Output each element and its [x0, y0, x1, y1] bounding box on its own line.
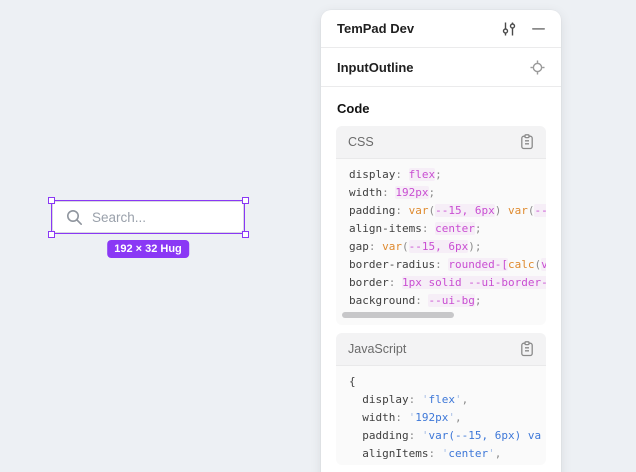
scrollbar-thumb[interactable] [342, 312, 454, 318]
tempad-dev-panel: TemPad Dev InputOutline [321, 10, 561, 472]
js-code-block: JavaScript { display: 'flex', width: '19… [336, 333, 546, 465]
horizontal-scrollbar[interactable] [336, 312, 546, 325]
minimize-icon[interactable] [532, 21, 545, 37]
locate-target-icon[interactable] [530, 60, 545, 75]
copy-icon[interactable] [520, 134, 534, 150]
css-code-block: CSS display: flex;width: 192px;padding: … [336, 126, 546, 325]
sliders-icon[interactable] [501, 21, 517, 37]
search-input[interactable]: Search... [52, 201, 244, 233]
css-code[interactable]: display: flex;width: 192px;padding: var(… [336, 159, 546, 312]
panel-header: TemPad Dev [321, 10, 561, 48]
js-code[interactable]: { display: 'flex', width: '192px', paddi… [336, 366, 546, 465]
js-block-label: JavaScript [348, 342, 520, 356]
copy-icon[interactable] [520, 341, 534, 357]
selection-size-badge: 192 × 32 Hug [107, 240, 189, 258]
search-icon [66, 209, 83, 226]
css-block-header: CSS [336, 126, 546, 159]
code-section-title: Code [337, 101, 545, 116]
component-name: InputOutline [337, 60, 530, 75]
search-placeholder: Search... [92, 210, 146, 225]
panel-title: TemPad Dev [337, 21, 501, 36]
css-block-label: CSS [348, 135, 520, 149]
selected-node-row: InputOutline [321, 48, 561, 87]
js-block-header: JavaScript [336, 333, 546, 366]
